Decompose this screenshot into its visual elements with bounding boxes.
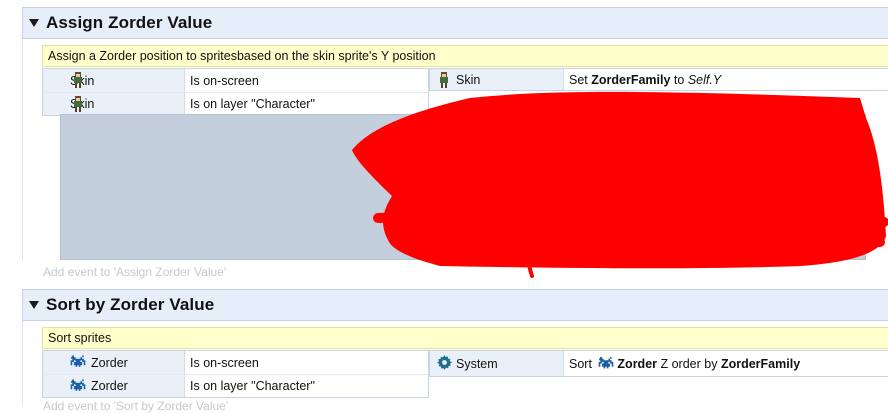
action-row[interactable]: System Sort Zorder Z order by ZorderFami…: [429, 350, 888, 377]
collapse-triangle-icon[interactable]: [29, 301, 39, 309]
action-target: Zorder: [617, 356, 658, 371]
condition-object-name: Zorder: [91, 355, 128, 370]
space-invader-icon: [70, 379, 86, 391]
event-comment[interactable]: Sort sprites: [42, 327, 888, 349]
conditions-block[interactable]: Zorder Is on-screen Zorder Is on layer "…: [42, 350, 429, 398]
action-object-cell[interactable]: System: [430, 351, 564, 376]
add-event-link[interactable]: Add event to 'Assign Zorder Value': [43, 265, 226, 279]
space-invader-icon: [599, 357, 614, 369]
group-header-sort-zorder[interactable]: Sort by Zorder Value: [22, 289, 888, 321]
condition-object-cell[interactable]: Zorder: [43, 375, 185, 397]
action-middle: Z order by: [660, 356, 718, 371]
condition-row[interactable]: Zorder Is on layer "Character": [43, 374, 428, 397]
condition-object-name: Zorder: [91, 379, 128, 393]
action-object-name: System: [456, 356, 498, 371]
action-text[interactable]: Sort Zorder Z order by ZorderFamily: [564, 351, 888, 376]
action-value: ZorderFamily: [720, 356, 801, 371]
condition-object-cell[interactable]: Zorder: [43, 351, 185, 374]
add-event-link[interactable]: Add event to 'Sort by Zorder Value': [43, 399, 228, 413]
group-title: Sort by Zorder Value: [46, 295, 215, 314]
condition-text[interactable]: Is on layer "Character": [185, 375, 428, 397]
condition-row[interactable]: Zorder Is on-screen: [43, 351, 428, 374]
space-invader-icon: [70, 355, 86, 367]
gear-icon: [437, 355, 452, 370]
condition-text[interactable]: Is on-screen: [185, 351, 428, 374]
action-verb: Sort: [569, 356, 592, 371]
